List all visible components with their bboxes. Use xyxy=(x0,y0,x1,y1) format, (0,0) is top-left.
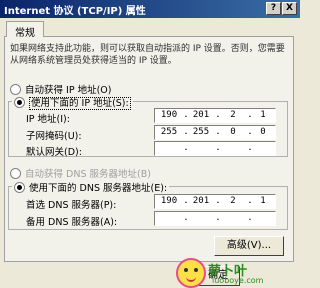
auto-dns-label: 自动获得 DNS 服务器地址(B) xyxy=(25,169,151,180)
advanced-button[interactable]: 高级(V)... xyxy=(214,236,284,256)
title-bar: Internet 协议 (TCP/IP) 属性 xyxy=(0,0,300,18)
description-text: 如果网络支持此功能，则可以获取自动指派的 IP 设置。否则，您需要从网络系统管理… xyxy=(10,44,285,66)
auto-ip-radio[interactable]: 自动获得 IP 地址(O) xyxy=(10,82,111,96)
alternate-dns-label: 备用 DNS 服务器(A): xyxy=(26,217,118,228)
manual-ip-label: 使用下面的 IP 地址(S): xyxy=(29,97,131,110)
close-button[interactable]: X xyxy=(282,2,297,15)
tab-general[interactable]: 常规 xyxy=(6,21,44,39)
window-title: Internet 协议 (TCP/IP) 属性 xyxy=(4,6,146,17)
radio-icon xyxy=(10,84,21,95)
radio-selected-icon xyxy=(14,97,25,108)
ip-address-label: IP 地址(I): xyxy=(26,114,70,125)
gateway-label: 默认网关(D): xyxy=(26,147,82,158)
manual-ip-radio[interactable]: 使用下面的 IP 地址(S): xyxy=(12,95,133,110)
subnet-mask-field[interactable]: 255. 255. 0. 0 xyxy=(154,125,276,140)
radio-icon xyxy=(10,168,21,179)
preferred-dns-field[interactable]: 190. 201. 2. 1 xyxy=(154,194,276,209)
mascot-logo-icon xyxy=(176,258,206,288)
radio-selected-icon xyxy=(14,182,25,193)
help-button[interactable]: ? xyxy=(266,2,281,15)
watermark-url: luoboye.com xyxy=(212,276,264,285)
subnet-mask-label: 子网掩码(U): xyxy=(26,131,82,142)
ip-address-field[interactable]: 190. 201. 2. 1 xyxy=(154,108,276,123)
auto-dns-radio[interactable]: 自动获得 DNS 服务器地址(B) xyxy=(10,166,151,180)
manual-dns-radio[interactable]: 使用下面的 DNS 服务器地址(E): xyxy=(12,180,170,194)
gateway-field[interactable]: . . . xyxy=(154,141,276,156)
preferred-dns-label: 首选 DNS 服务器(P): xyxy=(26,200,117,211)
manual-dns-label: 使用下面的 DNS 服务器地址(E): xyxy=(29,183,168,194)
watermark: 萝卜叶 luoboye.com xyxy=(176,258,296,288)
alternate-dns-field[interactable]: . . . xyxy=(154,211,276,226)
